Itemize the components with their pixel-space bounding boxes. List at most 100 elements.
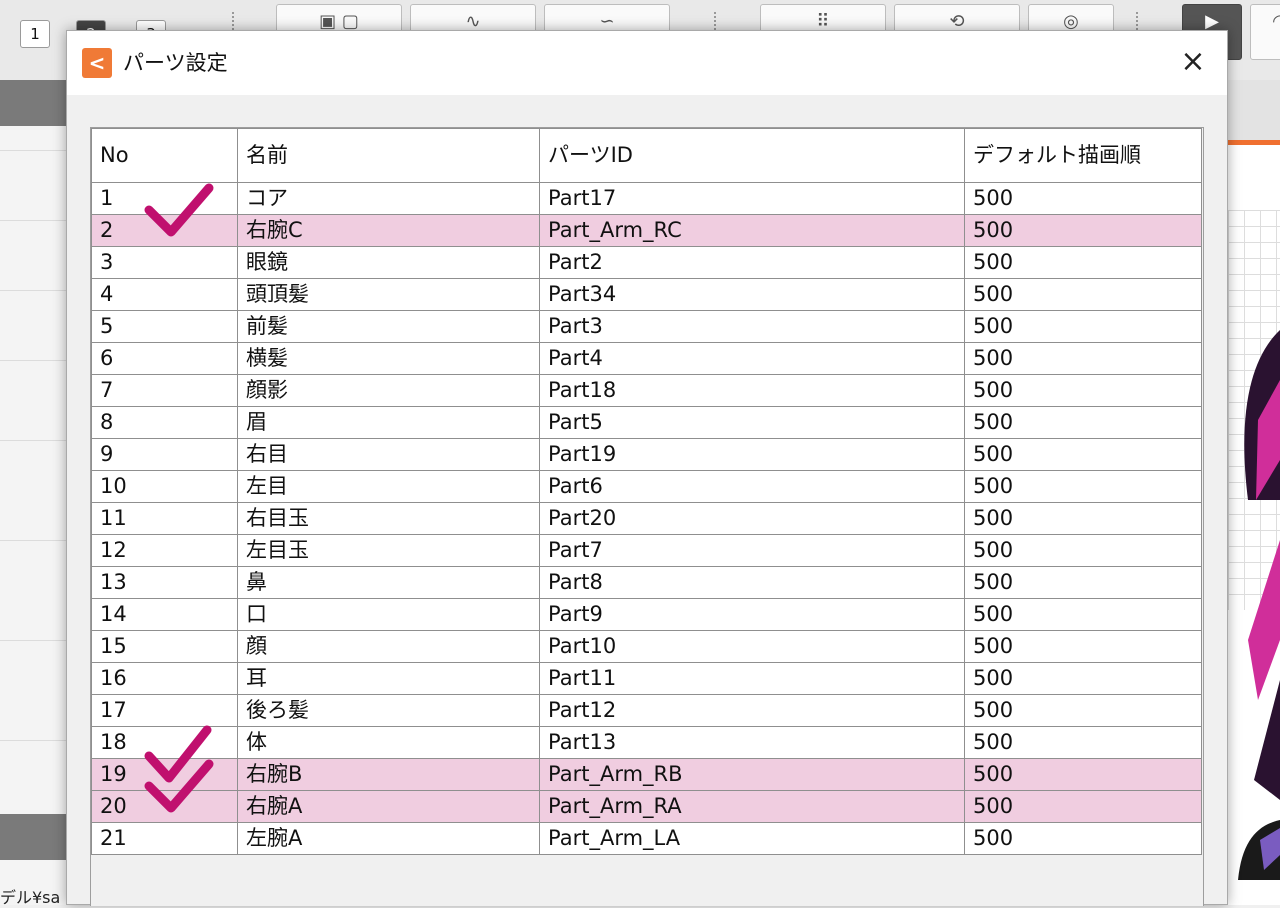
- cell-no[interactable]: 8: [91, 406, 238, 439]
- cell-draw-order[interactable]: 500: [964, 310, 1202, 343]
- cell-part-id[interactable]: Part8: [539, 566, 965, 599]
- cell-name[interactable]: コア: [237, 182, 540, 215]
- cell-no[interactable]: 4: [91, 278, 238, 311]
- table-row[interactable]: 1 コア Part17 500: [91, 182, 1202, 215]
- cell-name[interactable]: 左腕A: [237, 822, 540, 855]
- cell-draw-order[interactable]: 500: [964, 662, 1202, 695]
- column-header-name[interactable]: 名前: [237, 128, 540, 183]
- cell-no[interactable]: 1: [91, 182, 238, 215]
- cell-part-id[interactable]: Part9: [539, 598, 965, 631]
- table-row[interactable]: 19 右腕B Part_Arm_RB 500: [91, 758, 1202, 791]
- table-row[interactable]: 17 後ろ髪 Part12 500: [91, 694, 1202, 727]
- cell-name[interactable]: 鼻: [237, 566, 540, 599]
- cell-no[interactable]: 20: [91, 790, 238, 823]
- cell-name[interactable]: 耳: [237, 662, 540, 695]
- table-row[interactable]: 9 右目 Part19 500: [91, 438, 1202, 471]
- cell-part-id[interactable]: Part20: [539, 502, 965, 535]
- cell-no[interactable]: 15: [91, 630, 238, 663]
- cell-part-id[interactable]: Part2: [539, 246, 965, 279]
- cell-draw-order[interactable]: 500: [964, 278, 1202, 311]
- cell-name[interactable]: 顔: [237, 630, 540, 663]
- table-row[interactable]: 13 鼻 Part8 500: [91, 566, 1202, 599]
- cell-no[interactable]: 12: [91, 534, 238, 567]
- cell-part-id[interactable]: Part12: [539, 694, 965, 727]
- cell-name[interactable]: 左目玉: [237, 534, 540, 567]
- cell-name[interactable]: 横髪: [237, 342, 540, 375]
- cell-part-id[interactable]: Part7: [539, 534, 965, 567]
- cell-draw-order[interactable]: 500: [964, 534, 1202, 567]
- cell-name[interactable]: 体: [237, 726, 540, 759]
- table-row[interactable]: 7 顔影 Part18 500: [91, 374, 1202, 407]
- table-row[interactable]: 15 顔 Part10 500: [91, 630, 1202, 663]
- cell-name[interactable]: 口: [237, 598, 540, 631]
- cell-name[interactable]: 眉: [237, 406, 540, 439]
- table-row[interactable]: 3 眼鏡 Part2 500: [91, 246, 1202, 279]
- cell-draw-order[interactable]: 500: [964, 374, 1202, 407]
- cell-name[interactable]: 右腕A: [237, 790, 540, 823]
- cell-name[interactable]: 顔影: [237, 374, 540, 407]
- cell-part-id[interactable]: Part11: [539, 662, 965, 695]
- cell-draw-order[interactable]: 500: [964, 246, 1202, 279]
- close-button[interactable]: ×: [1173, 43, 1213, 81]
- cell-part-id[interactable]: Part_Arm_LA: [539, 822, 965, 855]
- cell-draw-order[interactable]: 500: [964, 566, 1202, 599]
- cell-name[interactable]: 左目: [237, 470, 540, 503]
- canvas-view[interactable]: [1228, 80, 1280, 905]
- table-row[interactable]: 16 耳 Part11 500: [91, 662, 1202, 695]
- cell-draw-order[interactable]: 500: [964, 182, 1202, 215]
- cell-no[interactable]: 10: [91, 470, 238, 503]
- page-button-1[interactable]: 1: [20, 20, 50, 48]
- column-header-draw-order[interactable]: デフォルト描画順: [964, 128, 1202, 183]
- cell-no[interactable]: 11: [91, 502, 238, 535]
- cell-name[interactable]: 右目玉: [237, 502, 540, 535]
- table-row[interactable]: 20 右腕A Part_Arm_RA 500: [91, 790, 1202, 823]
- cell-name[interactable]: 右腕C: [237, 214, 540, 247]
- cell-draw-order[interactable]: 500: [964, 694, 1202, 727]
- cell-part-id[interactable]: Part6: [539, 470, 965, 503]
- cell-no[interactable]: 3: [91, 246, 238, 279]
- cell-draw-order[interactable]: 500: [964, 470, 1202, 503]
- table-row[interactable]: 18 体 Part13 500: [91, 726, 1202, 759]
- cell-draw-order[interactable]: 500: [964, 630, 1202, 663]
- cell-part-id[interactable]: Part4: [539, 342, 965, 375]
- cell-no[interactable]: 19: [91, 758, 238, 791]
- table-row[interactable]: 5 前髪 Part3 500: [91, 310, 1202, 343]
- cell-no[interactable]: 6: [91, 342, 238, 375]
- cell-no[interactable]: 14: [91, 598, 238, 631]
- table-row[interactable]: 21 左腕A Part_Arm_LA 500: [91, 822, 1202, 855]
- cell-draw-order[interactable]: 500: [964, 214, 1202, 247]
- cell-no[interactable]: 18: [91, 726, 238, 759]
- column-header-part-id[interactable]: パーツID: [539, 128, 965, 183]
- cell-draw-order[interactable]: 500: [964, 502, 1202, 535]
- cell-no[interactable]: 21: [91, 822, 238, 855]
- cell-draw-order[interactable]: 500: [964, 438, 1202, 471]
- cell-part-id[interactable]: Part17: [539, 182, 965, 215]
- cell-draw-order[interactable]: 500: [964, 406, 1202, 439]
- cell-draw-order[interactable]: 500: [964, 822, 1202, 855]
- cell-no[interactable]: 5: [91, 310, 238, 343]
- cell-no[interactable]: 17: [91, 694, 238, 727]
- cell-name[interactable]: 右目: [237, 438, 540, 471]
- cell-no[interactable]: 9: [91, 438, 238, 471]
- cell-draw-order[interactable]: 500: [964, 598, 1202, 631]
- cell-part-id[interactable]: Part5: [539, 406, 965, 439]
- audio-button[interactable]: ◠: [1250, 4, 1280, 60]
- table-row[interactable]: 10 左目 Part6 500: [91, 470, 1202, 503]
- cell-name[interactable]: 眼鏡: [237, 246, 540, 279]
- cell-name[interactable]: 前髪: [237, 310, 540, 343]
- cell-no[interactable]: 16: [91, 662, 238, 695]
- cell-name[interactable]: 頭頂髪: [237, 278, 540, 311]
- cell-part-id[interactable]: Part18: [539, 374, 965, 407]
- table-row[interactable]: 4 頭頂髪 Part34 500: [91, 278, 1202, 311]
- cell-part-id[interactable]: Part34: [539, 278, 965, 311]
- cell-no[interactable]: 13: [91, 566, 238, 599]
- cell-part-id[interactable]: Part_Arm_RC: [539, 214, 965, 247]
- cell-part-id[interactable]: Part19: [539, 438, 965, 471]
- cell-no[interactable]: 2: [91, 214, 238, 247]
- table-row[interactable]: 8 眉 Part5 500: [91, 406, 1202, 439]
- cell-draw-order[interactable]: 500: [964, 726, 1202, 759]
- table-row[interactable]: 6 横髪 Part4 500: [91, 342, 1202, 375]
- cell-part-id[interactable]: Part13: [539, 726, 965, 759]
- cell-name[interactable]: 後ろ髪: [237, 694, 540, 727]
- column-header-no[interactable]: No: [91, 128, 238, 183]
